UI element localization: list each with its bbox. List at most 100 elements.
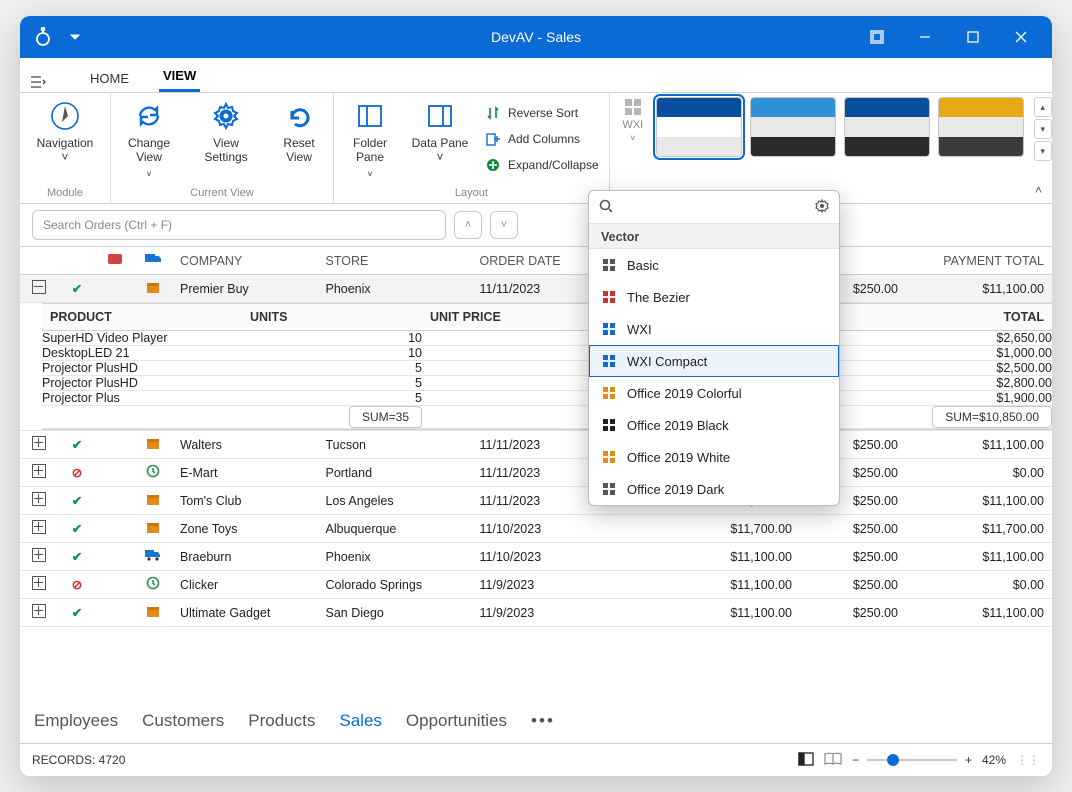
- header-icon-wallet[interactable]: [96, 247, 134, 275]
- titlebar[interactable]: DevAV - Sales: [20, 16, 1052, 58]
- theme-item[interactable]: Office 2019 White: [589, 441, 839, 473]
- folder-pane-button[interactable]: Folder Pane ˅: [344, 99, 396, 179]
- theme-item[interactable]: WXI Compact: [589, 345, 839, 377]
- expand-toggle[interactable]: [32, 604, 46, 618]
- detail-row[interactable]: SuperHD Video Player 10 $2,650.00: [42, 331, 1052, 346]
- order-row[interactable]: ✔Zone ToysAlbuquerque11/10/2023$11,700.0…: [20, 515, 1052, 543]
- order-row[interactable]: ⊘ClickerColorado Springs11/9/2023$11,100…: [20, 571, 1052, 599]
- expand-collapse-button[interactable]: Expand/Collapse: [484, 153, 599, 177]
- search-next-button[interactable]: ˅: [490, 211, 518, 239]
- theme-swatch-1[interactable]: [656, 97, 742, 157]
- navigation-button[interactable]: Navigation˅: [30, 99, 100, 165]
- order-row[interactable]: ✔Premier BuyPhoenix11/11/2023$250.00$11,…: [20, 275, 1052, 303]
- theme-item[interactable]: Office 2019 Colorful: [589, 377, 839, 409]
- change-view-button[interactable]: Change View ˅: [121, 99, 177, 179]
- gallery-down[interactable]: ▾: [1034, 119, 1052, 139]
- dh-product[interactable]: PRODUCT: [42, 304, 242, 331]
- expand-toggle[interactable]: [32, 520, 46, 534]
- theme-item[interactable]: Office 2019 Black: [589, 409, 839, 441]
- layout-panel-icon[interactable]: [798, 752, 814, 769]
- theme-item-label: Basic: [627, 258, 659, 273]
- detail-row[interactable]: Projector PlusHD 5 $2,500.00: [42, 361, 1052, 376]
- cell-payment: $0.00: [906, 459, 1052, 487]
- expand-toggle[interactable]: [32, 492, 46, 506]
- btab-products[interactable]: Products: [248, 711, 315, 731]
- expand-toggle[interactable]: [32, 548, 46, 562]
- cell-date: 11/10/2023: [472, 515, 618, 543]
- cell-company: Walters: [172, 431, 317, 459]
- search-input[interactable]: Search Orders (Ctrl + F): [32, 210, 446, 240]
- btab-more[interactable]: •••: [531, 711, 555, 731]
- box-icon: [146, 523, 160, 537]
- minimize-button[interactable]: [904, 16, 946, 58]
- btab-sales[interactable]: Sales: [339, 711, 382, 731]
- header-company[interactable]: COMPANY: [172, 247, 317, 275]
- cell-ship-cost: $250.00: [800, 599, 906, 627]
- btab-opportunities[interactable]: Opportunities: [406, 711, 507, 731]
- cell-payment: $11,100.00: [906, 543, 1052, 571]
- order-row[interactable]: ✔Ultimate GadgetSan Diego11/9/2023$11,10…: [20, 599, 1052, 627]
- zoom-slider[interactable]: − +: [852, 753, 972, 767]
- tab-view[interactable]: VIEW: [159, 64, 200, 92]
- dh-units[interactable]: UNITS: [242, 304, 422, 331]
- btab-employees[interactable]: Employees: [34, 711, 118, 731]
- btab-customers[interactable]: Customers: [142, 711, 224, 731]
- layout-read-icon[interactable]: [824, 752, 842, 769]
- theme-swatch-4[interactable]: [938, 97, 1024, 157]
- expand-toggle[interactable]: [32, 436, 46, 450]
- header-store[interactable]: STORE: [317, 247, 471, 275]
- multiview-icon[interactable]: [856, 16, 898, 58]
- gallery-current[interactable]: WXI ˅: [616, 97, 650, 143]
- theme-item[interactable]: Office 2019 Dark: [589, 473, 839, 505]
- theme-item[interactable]: Basic: [589, 249, 839, 281]
- cell-payment: $11,700.00: [906, 515, 1052, 543]
- search-prev-button[interactable]: ˄: [454, 211, 482, 239]
- cell-payment: $0.00: [906, 571, 1052, 599]
- gallery-up[interactable]: ▴: [1034, 97, 1052, 117]
- tab-home[interactable]: HOME: [86, 67, 133, 92]
- theme-swatch-3[interactable]: [844, 97, 930, 157]
- qat-dropdown-icon[interactable]: [62, 24, 88, 50]
- theme-item[interactable]: WXI: [589, 313, 839, 345]
- close-button[interactable]: [1000, 16, 1042, 58]
- order-row[interactable]: ⊘E-MartPortland11/11/2023$10,825.00$250.…: [20, 459, 1052, 487]
- theme-swatch-2[interactable]: [750, 97, 836, 157]
- add-columns-button[interactable]: Add Columns: [484, 127, 599, 151]
- reverse-sort-button[interactable]: Reverse Sort: [484, 101, 599, 125]
- theme-item-icon: [601, 289, 617, 305]
- file-menu-icon[interactable]: [30, 72, 50, 92]
- popup-search-icon[interactable]: [599, 199, 613, 216]
- cell-order-total: $11,100.00: [674, 543, 800, 571]
- view-settings-button[interactable]: View Settings: [191, 99, 261, 165]
- header-payment-total[interactable]: PAYMENT TOTAL: [906, 247, 1052, 275]
- gallery-more[interactable]: ▾: [1034, 141, 1052, 161]
- popup-gear-icon[interactable]: [815, 199, 829, 216]
- zoom-in-icon[interactable]: +: [965, 753, 972, 767]
- reset-view-button[interactable]: Reset View: [275, 99, 323, 165]
- cell-store: Colorado Springs: [317, 571, 471, 599]
- zoom-value: 42%: [982, 753, 1006, 767]
- orders-grid[interactable]: COMPANY STORE ORDER DATE O PAYMENT TOTAL…: [20, 246, 1052, 699]
- expand-toggle[interactable]: [32, 576, 46, 590]
- expand-toggle[interactable]: [32, 464, 46, 478]
- maximize-button[interactable]: [952, 16, 994, 58]
- detail-row[interactable]: DesktopLED 21 10 $1,000.00: [42, 346, 1052, 361]
- app-window: DevAV - Sales HOME VIEW: [20, 16, 1052, 776]
- box-icon: [146, 607, 160, 621]
- sort-icon: [484, 104, 502, 122]
- resize-grip-icon[interactable]: ⋮⋮: [1016, 753, 1040, 767]
- data-pane-button[interactable]: Data Pane˅: [410, 99, 470, 165]
- theme-item[interactable]: The Bezier: [589, 281, 839, 313]
- order-row[interactable]: ✔Tom's ClubLos Angeles11/11/2023$11,100.…: [20, 487, 1052, 515]
- check-icon: ✔: [72, 606, 82, 620]
- detail-row[interactable]: Projector Plus 5 $1,900.00: [42, 391, 1052, 406]
- detail-row[interactable]: Projector PlusHD 5 $2,800.00: [42, 376, 1052, 391]
- order-row[interactable]: ✔BraeburnPhoenix11/10/2023$11,100.00$250…: [20, 543, 1052, 571]
- cell-store: Phoenix: [317, 275, 471, 303]
- zoom-out-icon[interactable]: −: [852, 753, 859, 767]
- collapse-ribbon-icon[interactable]: ˄: [1035, 183, 1042, 197]
- cell-store: San Diego: [317, 599, 471, 627]
- order-row[interactable]: ✔WaltersTucson11/11/2023$250.00$11,100.0…: [20, 431, 1052, 459]
- header-icon-truck[interactable]: [134, 247, 172, 275]
- expand-toggle[interactable]: [32, 280, 46, 294]
